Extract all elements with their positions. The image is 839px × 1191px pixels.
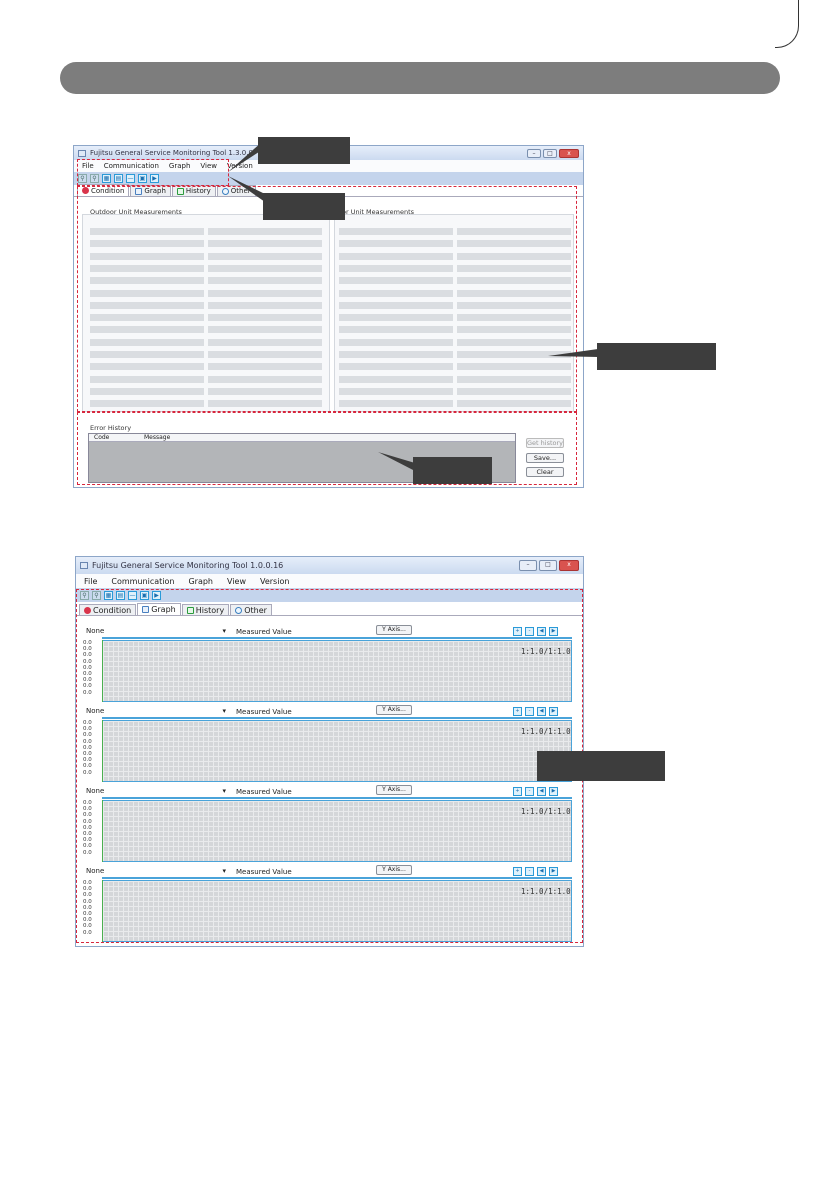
minimize-button[interactable]: – xyxy=(519,560,537,571)
callout-menu-label xyxy=(258,137,350,164)
close-button[interactable]: x xyxy=(559,560,579,571)
menu-bar: File Communication Graph View Version xyxy=(76,574,583,588)
menu-file[interactable]: File xyxy=(84,577,97,586)
callout-error-label xyxy=(413,457,492,484)
menu-view[interactable]: View xyxy=(227,577,246,586)
menu-communication[interactable]: Communication xyxy=(111,577,174,586)
callout-graph-label xyxy=(537,751,665,781)
menu-graph[interactable]: Graph xyxy=(188,577,213,586)
maximize-button[interactable]: □ xyxy=(539,560,557,571)
title-bar: Fujitsu General Service Monitoring Tool … xyxy=(76,557,583,574)
window-title: Fujitsu General Service Monitoring Tool … xyxy=(92,561,284,570)
callout-toolbar-label xyxy=(263,193,345,220)
graph-area-highlight xyxy=(76,589,583,943)
menu-version[interactable]: Version xyxy=(260,577,289,586)
app-icon xyxy=(80,562,88,569)
callout-condition-label xyxy=(597,343,716,370)
